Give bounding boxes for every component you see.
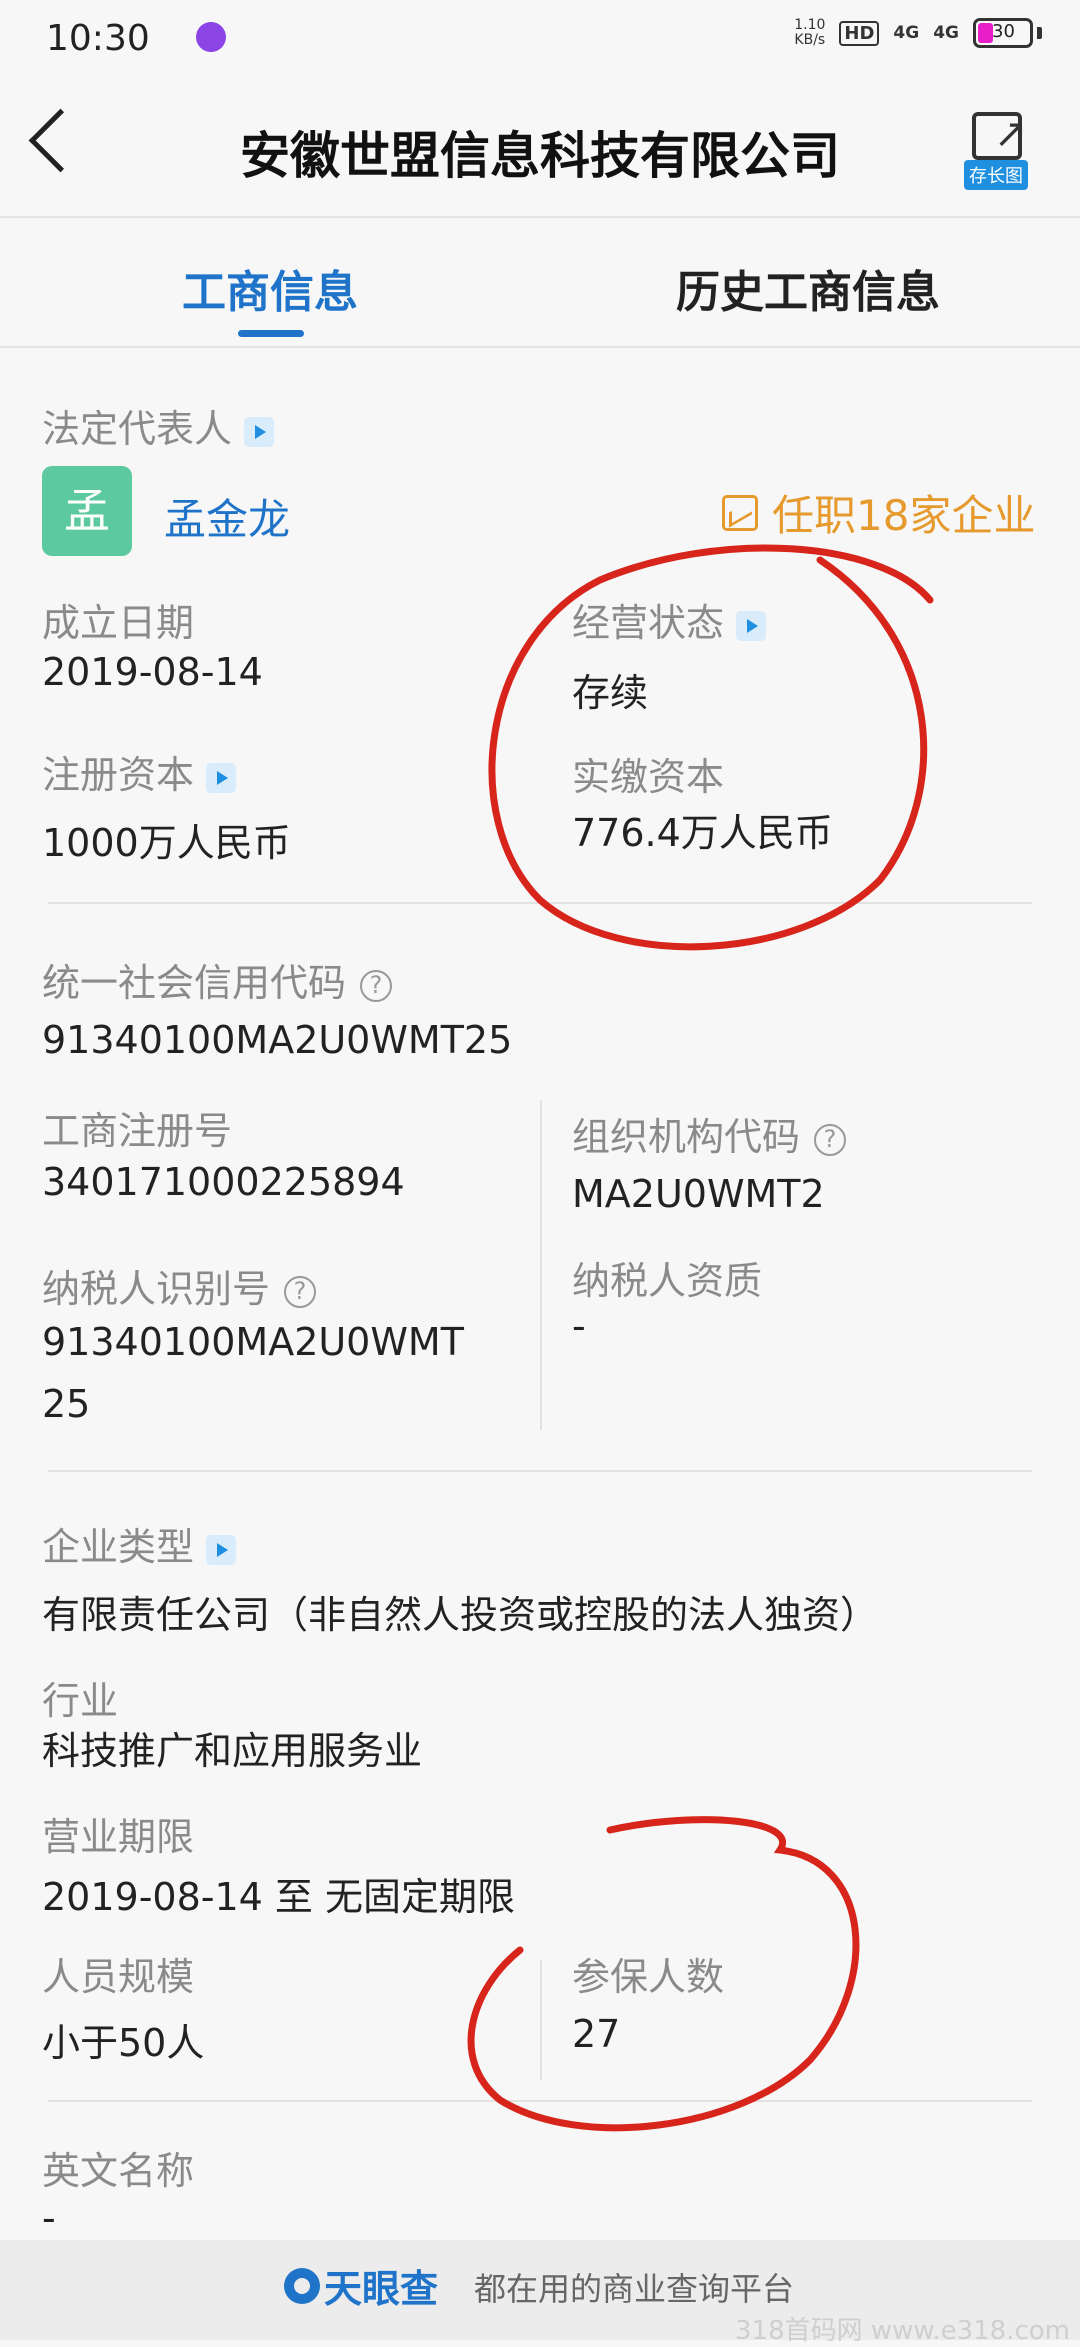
signal-4g-icon-2: 4G	[933, 23, 959, 43]
signal-4g-icon: 4G	[893, 23, 920, 43]
net-speed-unit: KB/s	[794, 32, 826, 48]
tab-business-info[interactable]: 工商信息	[182, 256, 358, 320]
app-notification-icon	[196, 22, 226, 52]
status-label: 经营状态	[572, 592, 767, 647]
credit-code-label-text: 统一社会信用代码	[42, 961, 347, 1005]
column-divider	[540, 1960, 542, 2080]
english-name-label: 英文名称	[42, 2149, 195, 2193]
status-value: 存续	[572, 671, 649, 715]
arrow-up-right-icon: ↗	[994, 111, 1028, 157]
industry-value: 科技推广和应用服务业	[42, 1729, 423, 1773]
reg-number-value: 340171000225894	[42, 1160, 405, 1204]
insured-label: 参保人数	[572, 1955, 725, 1999]
paid-capital-value: 776.4万人民币	[572, 811, 833, 855]
company-type-value: 有限责任公司（非自然人投资或控股的法人独资）	[42, 1593, 879, 1637]
section-divider	[48, 2100, 1032, 2102]
english-name-value: -	[42, 2196, 56, 2240]
section-divider	[48, 902, 1032, 904]
save-long-image-label: 存长图	[964, 160, 1028, 190]
net-speed-value: 1.10	[794, 17, 826, 33]
status-indicators: 1.10 KB/s HD 4G 4G 30	[794, 18, 1042, 48]
founded-value: 2019-08-14	[42, 650, 263, 694]
column-divider	[540, 1100, 542, 1430]
play-icon[interactable]	[736, 610, 767, 641]
org-code-value: MA2U0WMT2	[572, 1172, 825, 1216]
tab-history-business-info[interactable]: 历史工商信息	[676, 256, 940, 320]
chart-icon	[722, 494, 758, 531]
header-divider	[0, 216, 1080, 218]
watermark: 318首码网 www.e318.com	[735, 2316, 1070, 2346]
taxpayer-id-label-text: 纳税人识别号	[42, 1267, 271, 1311]
taxpayer-id-value-line2: 25	[42, 1382, 91, 1426]
legal-rep-label-text: 法定代表人	[42, 407, 233, 451]
org-code-label: 组织机构代码?	[572, 1106, 847, 1161]
credit-code-value: 91340100MA2U0WMT25	[42, 1018, 513, 1062]
brand-logo: 天眼查	[284, 2258, 438, 2313]
taxpayer-qual-label: 纳税人资质	[572, 1259, 763, 1303]
status-label-text: 经营状态	[572, 601, 725, 645]
tianyancha-logo-icon	[284, 2267, 320, 2304]
term-label: 营业期限	[42, 1815, 195, 1859]
footer-slogan: 都在用的商业查询平台	[474, 2270, 795, 2308]
staff-size-value: 小于50人	[42, 2021, 205, 2065]
battery-level: 30	[992, 21, 1015, 42]
help-icon[interactable]: ?	[814, 1123, 847, 1156]
battery-fill	[978, 23, 993, 43]
page-title: 安徽世盟信息科技有限公司	[240, 127, 840, 185]
reg-number-label: 工商注册号	[42, 1109, 233, 1153]
network-speed: 1.10 KB/s	[794, 18, 825, 48]
company-type-label-text: 企业类型	[42, 1525, 195, 1569]
credit-code-label: 统一社会信用代码?	[42, 952, 393, 1007]
paid-capital-label: 实缴资本	[572, 755, 725, 799]
insured-value: 27	[572, 2012, 621, 2056]
term-value: 2019-08-14 至 无固定期限	[42, 1875, 515, 1919]
brand-name: 天眼查	[324, 2267, 439, 2311]
staff-size-label: 人员规模	[42, 1955, 195, 1999]
active-tab-indicator	[238, 330, 304, 337]
play-icon[interactable]	[244, 416, 275, 447]
taxpayer-qual-value: -	[572, 1304, 586, 1348]
reg-capital-value: 1000万人民币	[42, 821, 291, 865]
battery-icon: 30	[973, 18, 1033, 48]
help-icon[interactable]: ?	[284, 1275, 317, 1308]
play-icon[interactable]	[206, 762, 237, 793]
taxpayer-id-label: 纳税人识别号?	[42, 1258, 317, 1313]
save-long-image-button[interactable]: ↗ 存长图	[964, 108, 1042, 190]
battery-tip	[1037, 27, 1042, 39]
legal-rep-name[interactable]: 孟金龙	[164, 486, 290, 547]
help-icon[interactable]: ?	[360, 969, 393, 1002]
reg-capital-label-text: 注册资本	[42, 753, 195, 797]
positions-link[interactable]: 任职18家企业	[722, 482, 1035, 543]
section-divider	[48, 1470, 1032, 1472]
founded-label: 成立日期	[42, 601, 195, 645]
taxpayer-id-value-line1: 91340100MA2U0WMT	[42, 1320, 464, 1364]
reg-capital-label: 注册资本	[42, 744, 237, 799]
hd-icon: HD	[839, 20, 880, 46]
positions-text: 任职18家企业	[772, 491, 1036, 540]
status-time: 10:30	[46, 18, 150, 59]
avatar[interactable]: 孟	[42, 466, 132, 556]
company-type-label: 企业类型	[42, 1516, 237, 1571]
industry-label: 行业	[42, 1679, 119, 1723]
legal-rep-label: 法定代表人	[42, 398, 275, 453]
play-icon[interactable]	[206, 1534, 237, 1565]
org-code-label-text: 组织机构代码	[572, 1115, 801, 1159]
tabs-divider	[0, 346, 1080, 348]
